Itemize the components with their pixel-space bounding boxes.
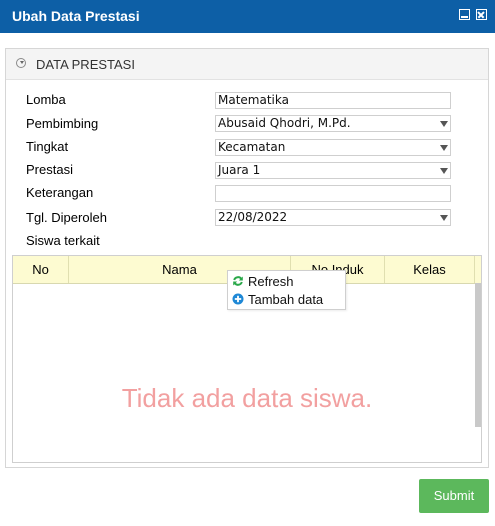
chevron-down-icon[interactable]: [440, 168, 448, 174]
panel-header[interactable]: DATA PRESTASI: [6, 49, 488, 80]
keterangan-field[interactable]: [215, 185, 451, 202]
window-title: Ubah Data Prestasi: [12, 8, 140, 24]
siswa-terkait-label: Siswa terkait: [26, 233, 100, 248]
lomba-value: Matematika: [218, 93, 289, 107]
keterangan-label: Keterangan: [26, 185, 94, 200]
add-icon: [232, 293, 244, 305]
lomba-label: Lomba: [26, 92, 66, 107]
collapse-icon[interactable]: [16, 58, 26, 68]
prestasi-value: Juara 1: [218, 163, 261, 177]
context-menu: Refresh Tambah data: [227, 270, 346, 310]
prestasi-label: Prestasi: [26, 162, 73, 177]
tingkat-value: Kecamatan: [218, 140, 286, 154]
tgl-diperoleh-value: 22/08/2022: [218, 210, 288, 224]
tingkat-select[interactable]: Kecamatan: [215, 139, 451, 156]
panel-title: DATA PRESTASI: [36, 57, 135, 72]
pembimbing-value: Abusaid Qhodri, M.Pd.: [218, 116, 351, 130]
minimize-icon[interactable]: [459, 9, 470, 20]
chevron-down-icon[interactable]: [440, 145, 448, 151]
column-header-kelas[interactable]: Kelas: [385, 256, 475, 283]
menu-item-tambah-data[interactable]: Tambah data: [232, 291, 323, 309]
window-titlebar: Ubah Data Prestasi: [0, 0, 495, 33]
tgl-diperoleh-label: Tgl. Diperoleh: [26, 210, 107, 225]
column-header-no[interactable]: No: [13, 256, 69, 283]
refresh-icon: [233, 276, 243, 286]
menu-item-label: Refresh: [248, 274, 294, 289]
close-icon[interactable]: [476, 9, 487, 20]
prestasi-select[interactable]: Juara 1: [215, 162, 451, 179]
menu-item-label: Tambah data: [248, 292, 324, 307]
lomba-field[interactable]: Matematika: [215, 92, 451, 109]
tgl-diperoleh-select[interactable]: 22/08/2022: [215, 209, 451, 226]
chevron-down-icon[interactable]: [440, 121, 448, 127]
submit-button[interactable]: Submit: [419, 479, 489, 513]
pembimbing-label: Pembimbing: [26, 116, 99, 131]
data-prestasi-panel: DATA PRESTASI Lomba Matematika Pembimbin…: [5, 48, 489, 468]
empty-message: Tidak ada data siswa.: [121, 383, 373, 413]
tingkat-label: Tingkat: [26, 139, 69, 154]
chevron-down-icon[interactable]: [440, 215, 448, 221]
pembimbing-select[interactable]: Abusaid Qhodri, M.Pd.: [215, 115, 451, 132]
menu-item-refresh[interactable]: Refresh: [232, 273, 294, 291]
